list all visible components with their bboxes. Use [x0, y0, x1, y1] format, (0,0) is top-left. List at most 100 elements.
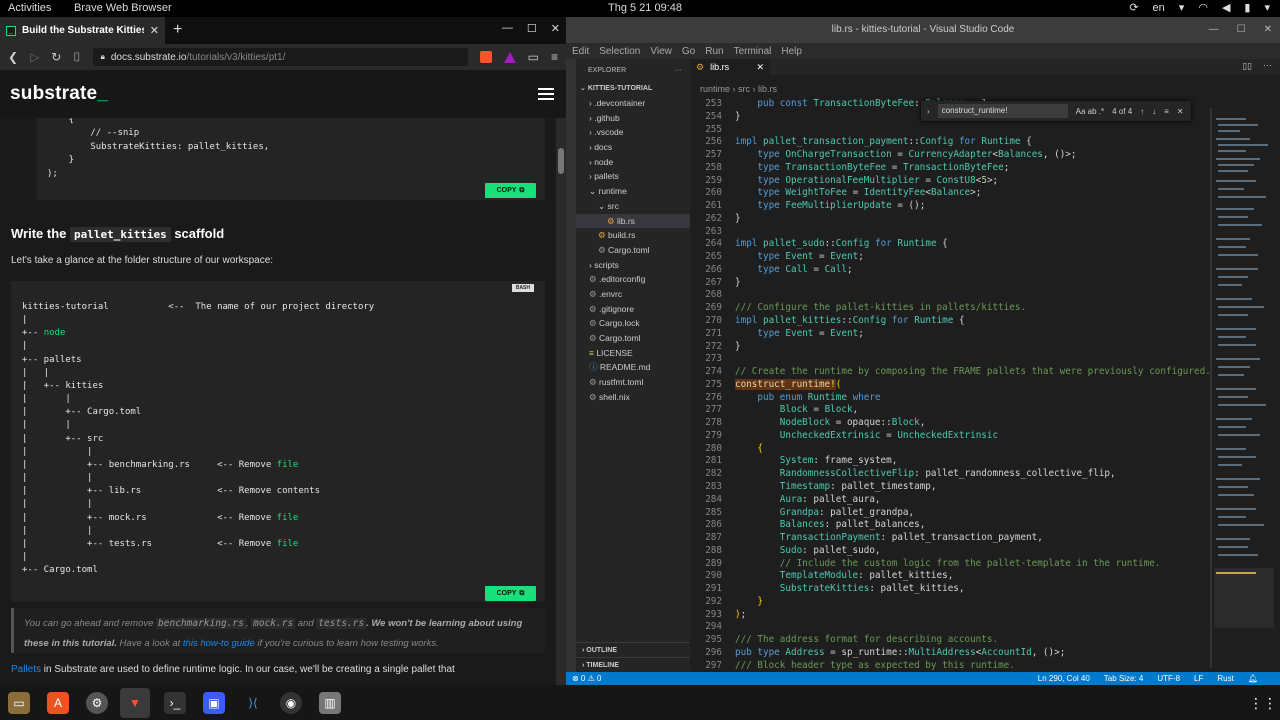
notifications-icon[interactable]: 🔔︎ [1248, 674, 1258, 683]
file-tree-item[interactable]: ⚙ lib.rs [576, 213, 690, 229]
copy-button[interactable]: COPY ⧉ [485, 586, 536, 601]
reload-icon[interactable]: ↻ [51, 50, 61, 64]
arrow-up-icon[interactable]: ↑ [1140, 107, 1144, 116]
more-icon[interactable]: ··· [675, 67, 682, 74]
app-grid-icon[interactable]: ⋮⋮ [1249, 692, 1277, 714]
file-tree-item[interactable]: ⚙ .gitignore [576, 302, 690, 317]
screenshot-icon[interactable]: ▣ [203, 692, 225, 714]
maximize-icon[interactable]: ☐ [527, 22, 537, 35]
more-icon[interactable]: ··· [1263, 60, 1272, 70]
file-tree-item[interactable]: ⚙ shell.nix [576, 390, 690, 405]
sync-icon[interactable]: ⟳ [1129, 1, 1138, 14]
settings-gear-icon[interactable]: ⚙ [86, 692, 108, 714]
find-options[interactable]: Aa ab .* [1076, 107, 1104, 116]
bookmark-icon[interactable]: ⌷ [73, 50, 80, 65]
close-icon[interactable]: ✕ [1177, 107, 1184, 116]
trash-icon[interactable]: ▥ [319, 692, 341, 714]
battery-icon[interactable]: ▮ [1244, 1, 1250, 14]
code-editor[interactable]: 253 254 255 256 257 258 259 260 261 262 … [690, 98, 1210, 672]
activities-button[interactable]: Activities [8, 2, 51, 14]
wallet-icon[interactable]: ▭ [528, 50, 539, 64]
close-icon[interactable]: ✕ [1264, 17, 1272, 43]
menu-selection[interactable]: Selection [599, 46, 640, 57]
encoding[interactable]: UTF-8 [1157, 674, 1180, 683]
file-tree-item[interactable]: ⚙ Cargo.lock [576, 316, 690, 331]
language-mode[interactable]: Rust [1217, 674, 1233, 683]
browser-tab-active[interactable]: _ Build the Substrate Kitties ✕ [0, 17, 165, 44]
minimize-icon[interactable]: — [502, 22, 513, 35]
system-top-bar: Activities Brave Web Browser Thg 5 21 09… [0, 0, 1280, 17]
wifi-icon[interactable]: ◠ [1198, 1, 1208, 14]
maximize-icon[interactable]: ☐ [1237, 17, 1246, 43]
how-to-guide-link[interactable]: this how-to guide [183, 638, 255, 649]
split-editor-icon[interactable]: ▯▯ [1242, 61, 1252, 72]
file-tree-item[interactable]: ⌄ runtime [576, 184, 690, 199]
file-tree-item[interactable]: ⚙ build.rs [576, 228, 690, 243]
language-indicator[interactable]: en [1153, 2, 1165, 14]
menu-run[interactable]: Run [705, 46, 723, 57]
file-tree-item[interactable]: › .devcontainer [576, 96, 690, 111]
minimap[interactable] [1210, 98, 1280, 672]
brave-browser-icon[interactable]: ▼ [120, 688, 150, 718]
file-tree-item[interactable]: › node [576, 155, 690, 170]
line-ending[interactable]: LF [1194, 674, 1203, 683]
back-icon[interactable]: ❮ [8, 50, 18, 64]
files-icon[interactable]: ▭ [8, 692, 30, 714]
page-scrollbar[interactable] [556, 118, 566, 685]
volume-icon[interactable]: ◀ [1222, 1, 1230, 14]
system-clock[interactable]: Thg 5 21 09:48 [608, 2, 682, 14]
hamburger-menu-icon[interactable] [538, 88, 554, 100]
problems-indicator[interactable]: ⊗ 0 ⚠ 0 [566, 674, 601, 683]
new-tab-button[interactable]: + [173, 21, 182, 39]
obs-icon[interactable]: ◉ [280, 692, 302, 714]
vscode-icon[interactable]: ⟩⟨ [242, 692, 264, 714]
menu-icon[interactable]: ≡ [551, 50, 558, 64]
brave-shields-icon[interactable] [479, 51, 492, 63]
activity-bar[interactable] [566, 59, 576, 672]
file-tree-item[interactable]: ⚙ Cargo.toml [576, 243, 690, 258]
breadcrumb[interactable]: runtime › src › lib.rs [700, 84, 777, 94]
file-tree-item[interactable]: ⌄ src [576, 199, 690, 214]
menu-go[interactable]: Go [682, 46, 695, 57]
file-tree-item[interactable]: › docs [576, 140, 690, 155]
arrow-down-icon[interactable]: ↓ [1152, 107, 1156, 116]
brave-rewards-icon[interactable] [503, 51, 516, 63]
file-tree-item[interactable]: › pallets [576, 169, 690, 184]
forward-icon[interactable]: ▷ [30, 50, 39, 64]
find-input[interactable]: construct_runtime! [937, 104, 1068, 118]
close-icon[interactable]: ✕ [756, 62, 764, 73]
close-icon[interactable]: ✕ [150, 24, 159, 37]
address-bar[interactable]: 🔒︎ docs.substrate.io/tutorials/v3/kittie… [92, 48, 468, 66]
minimize-icon[interactable]: — [1209, 17, 1219, 43]
project-root[interactable]: ⌄ KITTIES-TUTORIAL [576, 81, 690, 96]
menu-terminal[interactable]: Terminal [734, 46, 772, 57]
menu-help[interactable]: Help [781, 46, 802, 57]
substrate-logo[interactable]: substrate_ [10, 83, 108, 105]
chevron-right-icon[interactable]: › [927, 107, 930, 116]
file-tree-item[interactable]: ≡ LICENSE [576, 346, 690, 361]
close-icon[interactable]: ✕ [551, 22, 560, 35]
file-tree-item[interactable]: › scripts [576, 258, 690, 273]
outline-section[interactable]: › OUTLINE [576, 642, 690, 657]
file-tree-item[interactable]: › .vscode [576, 125, 690, 140]
active-app-name[interactable]: Brave Web Browser [74, 2, 172, 14]
file-tree-label: Cargo.toml [607, 244, 650, 255]
selection-icon[interactable]: ≡ [1164, 107, 1169, 116]
source-code[interactable]: pub const TransactionByteFee: Balance = … [735, 98, 1210, 672]
editor-tab-lib-rs[interactable]: ⚙ lib.rs ✕ [690, 59, 770, 75]
file-tree-item[interactable]: ⚙ rustfmt.toml [576, 375, 690, 390]
file-tree-item[interactable]: ⚙ .editorconfig [576, 272, 690, 287]
menu-edit[interactable]: Edit [572, 46, 589, 57]
software-center-icon[interactable]: A [47, 692, 69, 714]
file-tree-item[interactable]: › .github [576, 111, 690, 126]
file-tree-item[interactable]: ⚙ Cargo.toml [576, 331, 690, 346]
timeline-section[interactable]: › TIMELINE [576, 657, 690, 672]
menu-view[interactable]: View [650, 46, 672, 57]
cursor-position[interactable]: Ln 290, Col 40 [1038, 674, 1090, 683]
terminal-icon[interactable]: ›_ [164, 692, 186, 714]
copy-button[interactable]: COPY ⧉ [485, 183, 536, 198]
pallets-link[interactable]: Pallets [11, 664, 41, 675]
file-tree-item[interactable]: ⚙ .envrc [576, 287, 690, 302]
tab-size[interactable]: Tab Size: 4 [1104, 674, 1144, 683]
file-tree-item[interactable]: ⓘ README.md [576, 360, 690, 375]
